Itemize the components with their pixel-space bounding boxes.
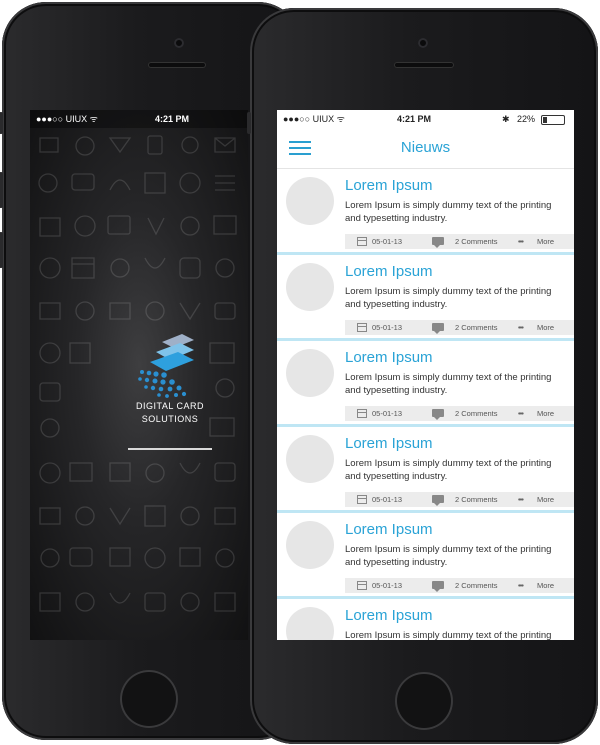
article-meta-bar: 05-01-13 2 Comments ••• More [345, 578, 574, 593]
article-thumbnail [286, 349, 334, 397]
article-excerpt: Lorem Ipsum is simply dummy text of the … [345, 458, 552, 482]
article-card[interactable]: Lorem Ipsum Lorem Ipsum is simply dummy t… [277, 513, 574, 599]
article-title[interactable]: Lorem Ipsum [345, 607, 433, 625]
article-thumbnail [286, 607, 334, 640]
calendar-icon [357, 495, 367, 504]
comments-link[interactable]: 2 Comments [455, 492, 498, 507]
article-date: 05-01-13 [372, 323, 403, 332]
more-link[interactable]: More [537, 492, 554, 507]
article-card[interactable]: Lorem Ipsum Lorem Ipsum is simply dummy t… [277, 427, 574, 513]
article-card[interactable]: Lorem Ipsum Lorem Ipsum is simply dummy t… [277, 169, 574, 255]
digital-card-logo [138, 334, 194, 398]
battery-percent: 22% [517, 114, 536, 124]
loading-bar [128, 448, 212, 450]
comments-link[interactable]: 2 Comments [455, 578, 498, 593]
comment-icon [432, 581, 444, 592]
brand-line-2: SOLUTIONS [141, 414, 199, 424]
article-excerpt: Lorem Ipsum is simply dummy text of the … [345, 630, 552, 640]
more-link[interactable]: More [537, 320, 554, 335]
battery-icon [541, 115, 565, 125]
status-time: 4:21 PM [155, 114, 190, 124]
article-date: 05-01-13 [372, 581, 403, 590]
article-card[interactable]: Lorem Ipsum Lorem Ipsum is simply dummy t… [277, 255, 574, 341]
more-link[interactable]: More [537, 578, 554, 593]
article-meta-bar: 05-01-13 2 Comments ••• More [345, 406, 574, 421]
article-meta-bar: 05-01-13 2 Comments ••• More [345, 492, 574, 507]
earpiece-speaker [394, 62, 454, 68]
comment-icon [432, 495, 444, 506]
article-excerpt: Lorem Ipsum is simply dummy text of the … [345, 372, 552, 396]
carrier-signal: ●●●○○ UIUX ᯤ [283, 114, 345, 124]
calendar-icon [357, 581, 367, 590]
splash-screen: ●●●○○ UIUX ᯤ 4:21 PM DIGITAL CARD SOLUTI… [30, 110, 248, 640]
article-title[interactable]: Lorem Ipsum [345, 435, 433, 453]
calendar-icon [357, 237, 367, 246]
comments-link[interactable]: 2 Comments [455, 234, 498, 249]
status-bar: ●●●○○ UIUX ᯤ 4:21 PM [30, 110, 248, 128]
brand-line-1: DIGITAL CARD [135, 401, 204, 411]
article-thumbnail [286, 177, 334, 225]
status-time: 4:21 PM [397, 114, 432, 124]
mute-switch [0, 112, 3, 134]
volume-down-button [0, 232, 3, 268]
comment-icon [432, 323, 444, 334]
news-screen: ●●●○○ UIUX ᯤ 4:21 PM ✱ 22% Nieuws Lorem … [277, 110, 574, 640]
calendar-icon [357, 409, 367, 418]
earpiece-speaker [148, 62, 206, 68]
volume-up-button [0, 172, 3, 208]
more-dots-icon: ••• [518, 495, 524, 504]
article-thumbnail [286, 521, 334, 569]
article-meta-bar: 05-01-13 2 Comments ••• More [345, 234, 574, 249]
article-card[interactable]: Lorem Ipsum Lorem Ipsum is simply dummy t… [277, 599, 574, 640]
more-dots-icon: ••• [518, 323, 524, 332]
more-dots-icon: ••• [518, 237, 524, 246]
article-list: Lorem Ipsum Lorem Ipsum is simply dummy t… [277, 169, 574, 640]
hamburger-menu-icon[interactable] [289, 141, 311, 155]
bluetooth-icon: ✱ [502, 114, 510, 124]
article-excerpt: Lorem Ipsum is simply dummy text of the … [345, 544, 552, 568]
battery-fill [543, 117, 548, 123]
calendar-icon [357, 323, 367, 332]
article-title[interactable]: Lorem Ipsum [345, 177, 433, 195]
mute-switch [247, 112, 251, 134]
article-card[interactable]: Lorem Ipsum Lorem Ipsum is simply dummy t… [277, 341, 574, 427]
article-excerpt: Lorem Ipsum is simply dummy text of the … [345, 200, 552, 224]
nav-bar: Nieuws [277, 128, 574, 169]
front-camera [418, 38, 428, 48]
more-link[interactable]: More [537, 406, 554, 421]
article-date: 05-01-13 [372, 495, 403, 504]
page-title: Nieuws [400, 139, 451, 156]
home-button[interactable] [395, 672, 453, 730]
article-title[interactable]: Lorem Ipsum [345, 349, 433, 367]
home-button[interactable] [120, 670, 178, 728]
status-bar: ●●●○○ UIUX ᯤ 4:21 PM ✱ 22% [277, 110, 574, 128]
more-dots-icon: ••• [518, 409, 524, 418]
comments-link[interactable]: 2 Comments [455, 320, 498, 335]
comments-link[interactable]: 2 Comments [455, 406, 498, 421]
comment-icon [432, 237, 444, 248]
article-thumbnail [286, 435, 334, 483]
article-excerpt: Lorem Ipsum is simply dummy text of the … [345, 286, 552, 310]
brand-name: DIGITAL CARD SOLUTIONS [120, 400, 220, 426]
article-date: 05-01-13 [372, 237, 403, 246]
article-title[interactable]: Lorem Ipsum [345, 521, 433, 539]
article-date: 05-01-13 [372, 409, 403, 418]
more-link[interactable]: More [537, 234, 554, 249]
article-thumbnail [286, 263, 334, 311]
article-title[interactable]: Lorem Ipsum [345, 263, 433, 281]
front-camera [174, 38, 184, 48]
carrier-signal: ●●●○○ UIUX ᯤ [36, 114, 98, 124]
comment-icon [432, 409, 444, 420]
more-dots-icon: ••• [518, 581, 524, 590]
article-meta-bar: 05-01-13 2 Comments ••• More [345, 320, 574, 335]
